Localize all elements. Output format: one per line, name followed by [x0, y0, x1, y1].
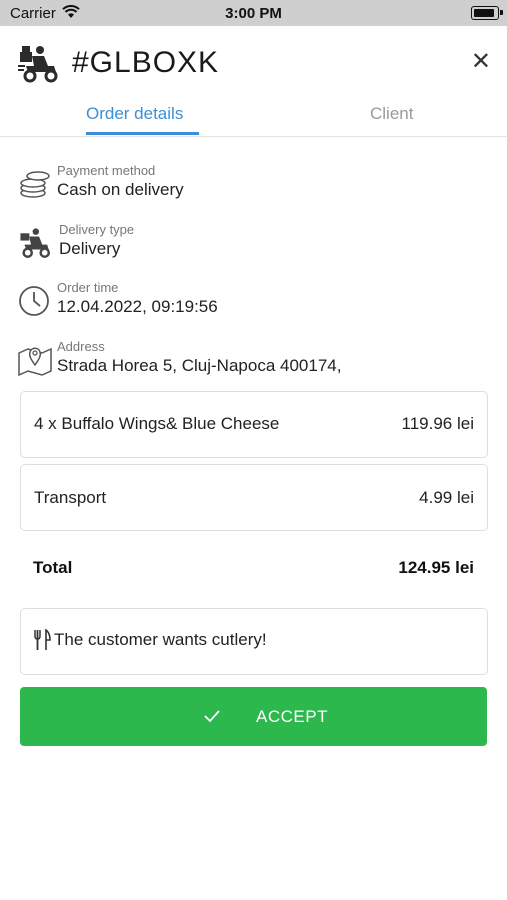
order-item-card: 4 x Buffalo Wings& Blue Cheese 119.96 le…	[20, 391, 488, 458]
battery-tip	[500, 10, 503, 15]
accept-button-label: ACCEPT	[256, 707, 328, 726]
tab-order-details[interactable]: Order details	[86, 104, 183, 124]
address-row: Address Strada Horea 5, Cluj-Napoca 4001…	[0, 339, 507, 389]
status-time: 3:00 PM	[225, 5, 282, 22]
transport-label: Transport	[34, 488, 107, 507]
address-label: Address	[57, 339, 105, 354]
battery-icon	[471, 6, 499, 20]
map-icon	[18, 343, 52, 377]
payment-method-value: Cash on delivery	[57, 180, 184, 199]
delivery-type-label: Delivery type	[59, 222, 135, 237]
clock-icon	[18, 284, 52, 318]
accept-button[interactable]: ACCEPT	[20, 687, 487, 746]
order-time-label: Order time	[57, 280, 119, 295]
status-bar: Carrier 3:00 PM	[0, 0, 507, 26]
scooter-logo-icon	[18, 44, 60, 84]
address-value: Strada Horea 5, Cluj-Napoca 400174,	[57, 356, 342, 375]
customer-note-text: The customer wants cutlery!	[54, 630, 267, 649]
tab-client[interactable]: Client	[370, 104, 413, 124]
delivery-type-row: Delivery type Delivery	[0, 222, 507, 272]
total-row: Total 124.95 lei	[0, 558, 507, 582]
order-header: #GLBOXK ✕ Order details Client	[0, 26, 507, 137]
coins-icon	[18, 167, 52, 201]
active-tab-indicator	[86, 132, 199, 135]
tab-bar: Order details Client	[0, 102, 507, 137]
payment-method-label: Payment method	[57, 163, 156, 178]
item-price: 119.96 lei	[401, 414, 474, 433]
payment-method-row: Payment method Cash on delivery	[0, 163, 507, 213]
total-price: 124.95 lei	[398, 558, 474, 577]
order-id-title: #GLBOXK	[72, 46, 220, 79]
cutlery-icon	[33, 628, 51, 651]
scooter-icon	[18, 226, 52, 260]
close-icon[interactable]: ✕	[471, 50, 491, 74]
order-time-value: 12.04.2022, 09:19:56	[57, 297, 218, 316]
delivery-type-value: Delivery	[59, 239, 121, 258]
item-name: 4 x Buffalo Wings& Blue Cheese	[34, 414, 280, 433]
total-label: Total	[33, 558, 73, 577]
transport-price: 4.99 lei	[419, 488, 474, 507]
check-icon	[204, 708, 220, 724]
transport-card: Transport 4.99 lei	[20, 464, 488, 531]
order-time-row: Order time 12.04.2022, 09:19:56	[0, 280, 507, 330]
customer-note: The customer wants cutlery!	[20, 608, 488, 675]
